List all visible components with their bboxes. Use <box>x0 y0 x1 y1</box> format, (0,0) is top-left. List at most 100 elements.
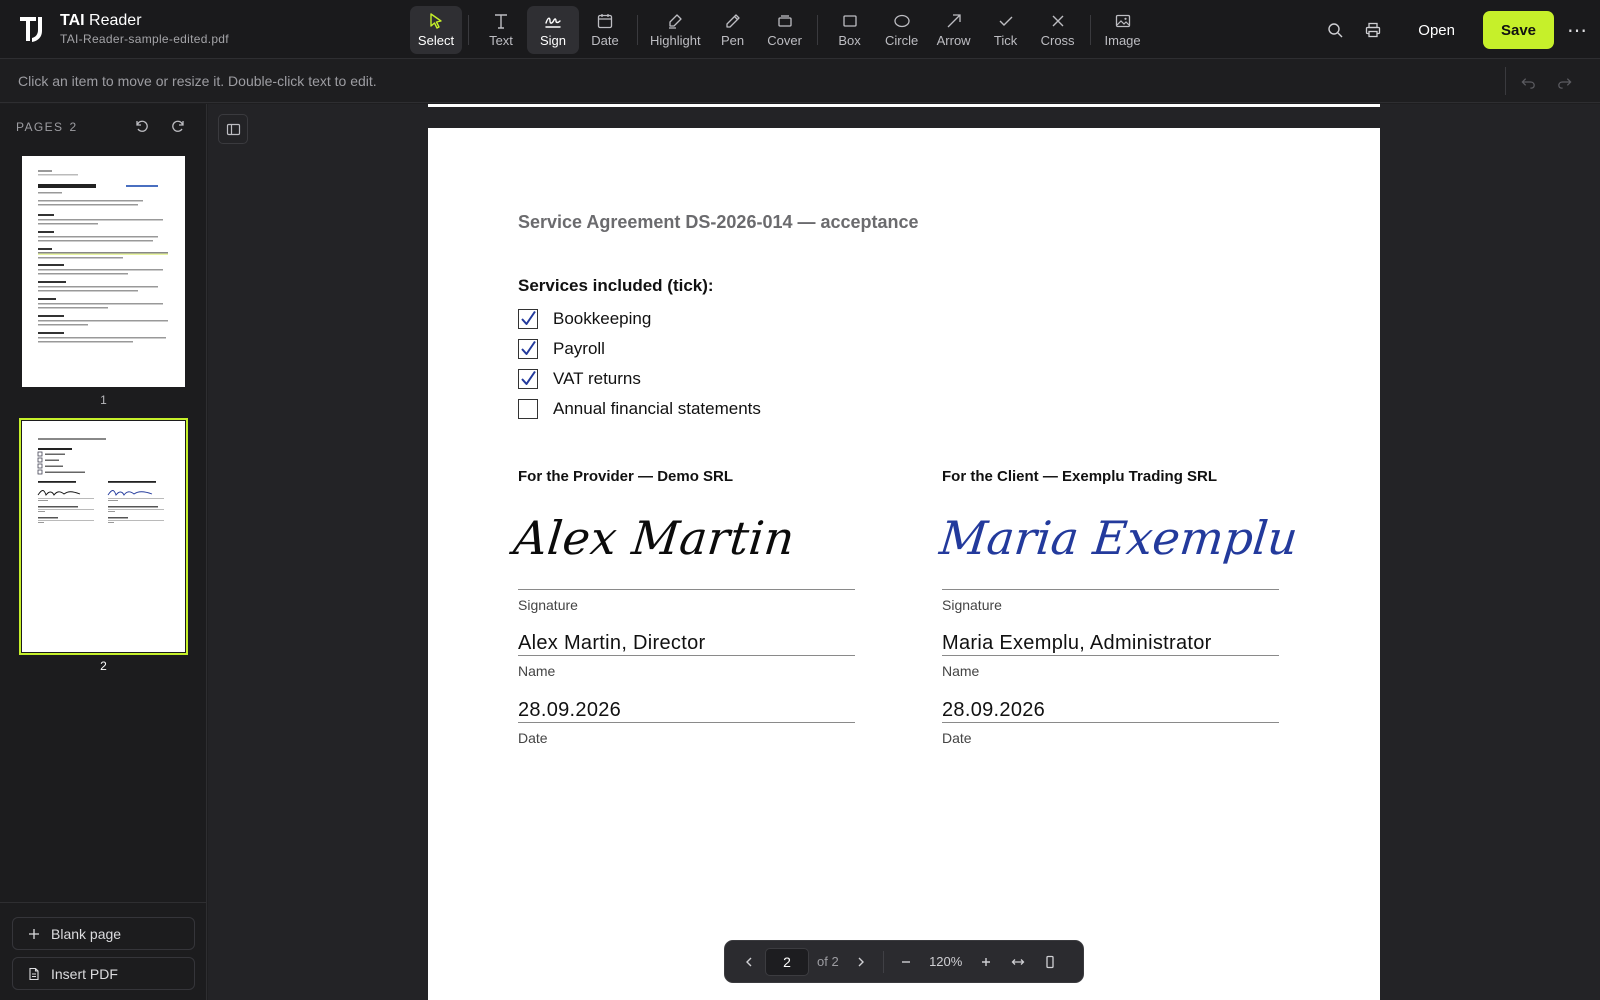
insert-pdf-button[interactable]: Insert PDF <box>12 957 195 990</box>
tool-highlight[interactable]: Highlight <box>644 6 707 54</box>
tool-image[interactable]: Image <box>1097 6 1149 54</box>
service-checkbox[interactable] <box>518 339 538 359</box>
tool-label: Date <box>591 33 619 48</box>
chevron-right-icon <box>858 957 864 966</box>
provider-name-label: Name <box>518 663 556 679</box>
rotate-right-button[interactable] <box>160 114 196 138</box>
tool-date[interactable]: Date <box>579 6 631 54</box>
blank-page-label: Blank page <box>51 925 122 942</box>
tool-label: Select <box>417 33 455 48</box>
blank-page-button[interactable]: Blank page <box>12 917 195 950</box>
services-heading[interactable]: Services included (tick): <box>518 276 714 296</box>
tool-arrow[interactable]: Arrow <box>928 6 980 54</box>
previous-page-button[interactable] <box>733 947 765 977</box>
service-label: Bookkeeping <box>553 309 652 328</box>
signature-icon <box>545 17 561 28</box>
more-menu-button[interactable]: ⋯ <box>1554 11 1600 49</box>
redo-icon <box>1557 77 1572 89</box>
previous-page-edge <box>428 104 1380 107</box>
history-controls <box>1510 71 1582 93</box>
service-item: Payroll <box>518 337 605 361</box>
hint-divider <box>1505 67 1506 95</box>
rotate-left-button[interactable] <box>124 114 160 138</box>
file-name: TAI-Reader-sample-edited.pdf <box>60 32 229 46</box>
tool-cover[interactable]: Cover <box>759 6 811 54</box>
zoom-in-button[interactable] <box>970 947 1002 977</box>
client-signature[interactable]: Maria Exemplu <box>937 508 1301 568</box>
page-number-1: 1 <box>100 393 107 407</box>
zoom-out-button[interactable] <box>890 947 922 977</box>
provider-name[interactable]: Alex Martin, Director <box>518 632 705 655</box>
client-name-line <box>942 655 1279 656</box>
arrow-icon <box>947 14 961 28</box>
printer-icon <box>1366 22 1381 38</box>
fit-page-button[interactable] <box>1034 947 1066 977</box>
zoom-level: 120% <box>929 954 963 969</box>
insert-pdf-label: Insert PDF <box>51 965 118 982</box>
document-title[interactable]: Service Agreement DS-2026-014 — acceptan… <box>518 212 919 233</box>
search-icon <box>1328 23 1343 38</box>
service-checkbox[interactable] <box>518 309 538 329</box>
page-thumbnail-2[interactable] <box>19 418 188 655</box>
tool-box[interactable]: Box <box>824 6 876 54</box>
check-icon <box>521 310 536 325</box>
check-icon <box>999 16 1013 26</box>
page-total: of 2 <box>817 954 839 969</box>
circle-icon <box>893 14 910 28</box>
plus-icon <box>29 928 39 939</box>
next-page-button[interactable] <box>845 947 877 977</box>
brand: TAI Reader TAI-Reader-sample-edited.pdf <box>18 12 229 46</box>
service-checkbox[interactable] <box>518 399 538 419</box>
tool-select[interactable]: Select <box>410 6 462 54</box>
pager-divider <box>882 950 884 973</box>
provider-signature[interactable]: Alex Martin <box>511 508 798 568</box>
client-heading[interactable]: For the Client — Exemplu Trading SRL <box>942 468 1217 485</box>
page-number-input[interactable] <box>765 947 809 976</box>
tool-label: Cross <box>1040 33 1075 48</box>
client-date-label: Date <box>942 730 972 746</box>
sidebar-footer: Blank page Insert PDF <box>0 902 206 1000</box>
service-checkbox[interactable] <box>518 369 538 389</box>
tool-sign[interactable]: Sign <box>527 6 579 54</box>
check-icon <box>521 370 536 385</box>
fit-width-icon <box>1011 958 1025 965</box>
tool-text[interactable]: Text <box>475 6 527 54</box>
client-signature-label: Signature <box>942 597 1002 613</box>
provider-date[interactable]: 28.09.2026 <box>518 699 621 722</box>
provider-heading[interactable]: For the Provider — Demo SRL <box>518 468 733 485</box>
fit-width-button[interactable] <box>1002 947 1034 977</box>
client-date-line <box>942 722 1279 723</box>
tool-label: Text <box>489 33 513 48</box>
top-toolbar: TAI Reader TAI-Reader-sample-edited.pdf … <box>0 0 1600 59</box>
provider-signature-line <box>518 589 855 590</box>
sidebar-actions <box>124 114 196 138</box>
search-button[interactable] <box>1316 11 1354 49</box>
toolbar-divider <box>468 15 469 45</box>
undo-button[interactable] <box>1510 71 1546 93</box>
toggle-sidebar-button[interactable] <box>218 114 248 144</box>
toolbar-divider <box>637 15 638 45</box>
minus-icon <box>901 960 910 963</box>
client-name[interactable]: Maria Exemplu, Administrator <box>942 632 1212 655</box>
tool-label: Image <box>1104 33 1141 48</box>
page-navigation: of 2 120% <box>724 940 1084 983</box>
chevron-left-icon <box>746 957 752 966</box>
provider-signature-label: Signature <box>518 597 578 613</box>
open-button[interactable]: Open <box>1400 11 1473 49</box>
save-button[interactable]: Save <box>1483 11 1554 49</box>
tool-tick[interactable]: Tick <box>980 6 1032 54</box>
tool-cross[interactable]: Cross <box>1032 6 1084 54</box>
redo-button[interactable] <box>1546 71 1582 93</box>
page-thumbnail-1[interactable] <box>22 156 185 387</box>
client-date[interactable]: 28.09.2026 <box>942 699 1045 722</box>
tool-circle[interactable]: Circle <box>876 6 928 54</box>
pages-sidebar: PAGES 2 1 2 Blank page Insert PDF <box>0 104 207 1000</box>
tool-label: Circle <box>884 33 919 48</box>
rotate-left-icon <box>136 120 148 132</box>
tool-pen[interactable]: Pen <box>707 6 759 54</box>
highlighter-icon <box>669 14 682 29</box>
fit-page-icon <box>1046 955 1054 968</box>
print-button[interactable] <box>1354 11 1392 49</box>
hint-text: Click an item to move or resize it. Doub… <box>18 73 377 89</box>
sidebar-toggle-icon <box>226 123 240 135</box>
